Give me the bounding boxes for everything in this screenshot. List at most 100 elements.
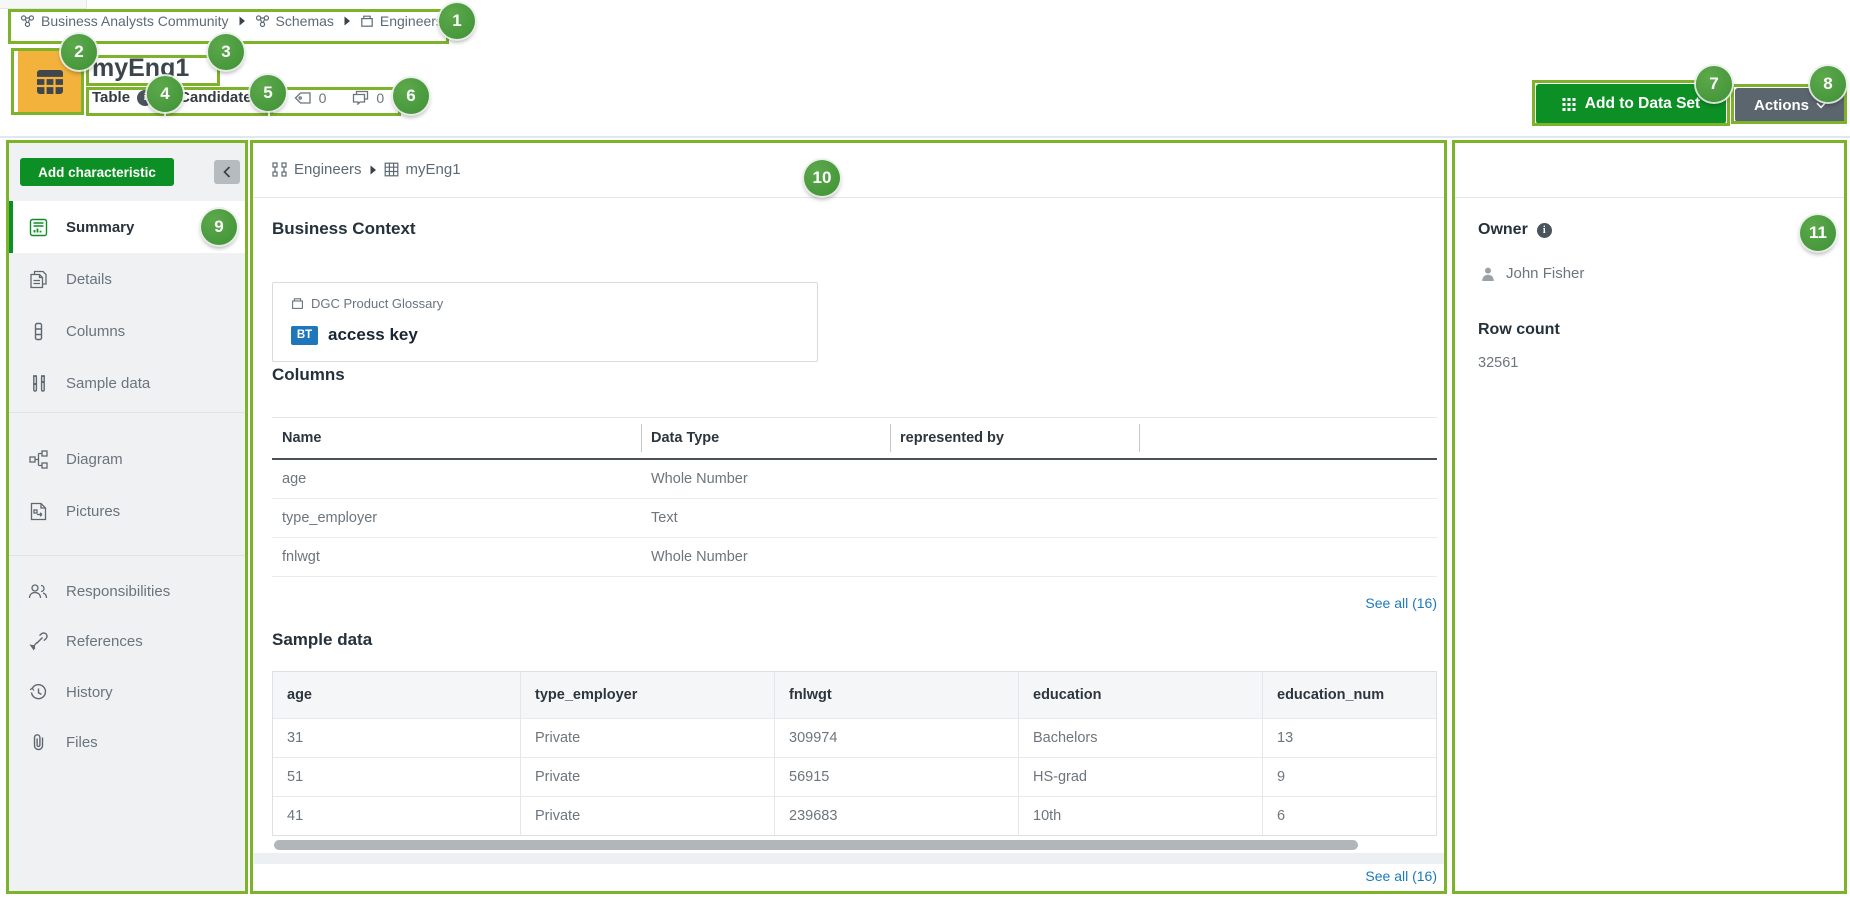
breadcrumb-schemas[interactable]: Schemas [255, 13, 334, 29]
asset-type-info-icon[interactable]: i [137, 90, 153, 106]
comments-count: 0 [376, 90, 384, 106]
table-grid-icon [384, 162, 399, 177]
cell: 10th [1018, 797, 1262, 835]
sidebar-item-responsibilities[interactable]: Responsibilities [9, 565, 245, 617]
sidebar-item-sample-data[interactable]: Sample data [9, 357, 245, 409]
sidebar-item-history[interactable]: History [9, 666, 245, 718]
sidebar-item-summary[interactable]: Summary [9, 201, 245, 253]
cell: 13 [1262, 719, 1436, 757]
columns-icon [28, 321, 48, 341]
cell: Private [520, 719, 774, 757]
sidebar-item-details[interactable]: Details [9, 253, 245, 305]
schema-nodes-icon [272, 162, 287, 177]
sidebar-item-label: History [66, 684, 113, 701]
table-icon [34, 67, 66, 97]
row-count-heading: Row count [1478, 321, 1560, 339]
breadcrumb-engineers[interactable]: Engineers [360, 13, 443, 29]
sidebar-item-label: Columns [66, 323, 125, 340]
add-characteristic-button[interactable]: Add characteristic [20, 158, 174, 186]
sidebar-item-columns[interactable]: Columns [9, 305, 245, 357]
comments-counter[interactable]: 0 [352, 90, 384, 106]
column-header: Name [272, 418, 641, 458]
chevron-down-icon [258, 94, 268, 101]
users-icon [28, 581, 48, 601]
page-header: Business Analysts Community Schemas [0, 0, 1850, 138]
sidebar-item-label: Summary [66, 219, 134, 236]
columns-table-header: Name Data Type represented by [272, 417, 1437, 460]
asset-page: Business Analysts Community Schemas [0, 0, 1850, 900]
business-term-name: access key [328, 325, 418, 345]
scroll-track-strip [253, 853, 1444, 864]
sidebar-item-label: Diagram [66, 451, 123, 468]
add-to-dataset-label: Add to Data Set [1585, 95, 1700, 113]
column-header: represented by [890, 418, 1139, 458]
status-dropdown[interactable]: Candidate [179, 89, 268, 106]
table-row: fnlwgt Whole Number [272, 538, 1437, 577]
breadcrumb-current: myEng1 [406, 161, 461, 178]
business-term-badge: BT [291, 326, 318, 345]
tags-counter[interactable]: 0 [294, 90, 327, 106]
breadcrumb-parent[interactable]: Engineers [294, 161, 362, 178]
community-icon [20, 14, 35, 28]
cell-name: type_employer [272, 510, 641, 526]
sidebar-item-label: Files [66, 734, 98, 751]
columns-see-all-link[interactable]: See all (16) [272, 595, 1437, 611]
asset-meta-row: Table i Candidate 0 [92, 89, 384, 106]
sidebar-item-pictures[interactable]: Pictures [9, 485, 245, 537]
page-title: myEng1 [92, 54, 189, 83]
sidebar-collapse-button[interactable] [214, 160, 240, 184]
table-row: type_employer Text [272, 499, 1437, 538]
sidebar-divider [9, 412, 245, 413]
cell: 31 [273, 719, 520, 757]
column-header: education_num [1262, 672, 1436, 718]
actions-button[interactable]: Actions [1735, 88, 1845, 122]
main-content: Engineers myEng1 Business Context DGC Pr… [253, 143, 1444, 891]
columns-table: Name Data Type represented by age Whole … [272, 417, 1437, 577]
cell: 51 [273, 758, 520, 796]
history-icon [28, 682, 48, 702]
horizontal-scrollbar[interactable] [274, 840, 1358, 850]
table-row: 41 Private 239683 10th 6 [273, 796, 1436, 835]
cell-data-type: Whole Number [641, 549, 890, 565]
sidebar-item-diagram[interactable]: Diagram [9, 433, 245, 485]
owner-row[interactable]: John Fisher [1480, 265, 1584, 282]
user-icon [1480, 266, 1496, 282]
breadcrumb-community[interactable]: Business Analysts Community [20, 13, 229, 29]
corner-artifact [0, 0, 87, 9]
status-label: Candidate [179, 89, 252, 106]
cell: 309974 [774, 719, 1018, 757]
column-header: education [1018, 672, 1262, 718]
table-row: age Whole Number [272, 460, 1437, 499]
cell: Private [520, 797, 774, 835]
breadcrumb-label: Schemas [276, 13, 334, 29]
business-context-card: DGC Product Glossary BT access key [272, 282, 818, 362]
sidebar-item-references[interactable]: References [9, 615, 245, 667]
business-term-link[interactable]: BT access key [291, 325, 418, 345]
chevron-down-icon [1816, 102, 1826, 109]
cell-data-type: Text [641, 510, 890, 526]
right-panel: Owner i John Fisher Row count 32561 [1455, 143, 1844, 891]
sidebar-item-files[interactable]: Files [9, 716, 245, 768]
sample-data-table: age type_employer fnlwgt education educa… [272, 671, 1437, 836]
comment-icon [352, 90, 369, 105]
sample-see-all-link[interactable]: See all (16) [272, 868, 1437, 884]
owner-info-icon[interactable]: i [1537, 223, 1552, 238]
columns-heading: Columns [272, 365, 345, 385]
sidebar-item-label: Sample data [66, 375, 150, 392]
column-header: fnlwgt [774, 672, 1018, 718]
owner-label: Owner [1478, 221, 1528, 239]
row-count-label: Row count [1478, 321, 1560, 339]
tag-icon [294, 91, 312, 105]
dataset-icon [1562, 97, 1576, 112]
sample-data-heading: Sample data [272, 630, 372, 650]
breadcrumb-separator-icon [369, 165, 377, 175]
asset-type-tile [18, 50, 82, 113]
content-divider [253, 197, 1444, 198]
add-to-dataset-button[interactable]: Add to Data Set [1536, 84, 1726, 124]
cell: HS-grad [1018, 758, 1262, 796]
glossary-label: DGC Product Glossary [311, 296, 443, 311]
sidebar-item-label: Pictures [66, 503, 120, 520]
row-count-value: 32561 [1478, 355, 1518, 371]
tags-count: 0 [319, 90, 327, 106]
cell-name: age [272, 471, 641, 487]
